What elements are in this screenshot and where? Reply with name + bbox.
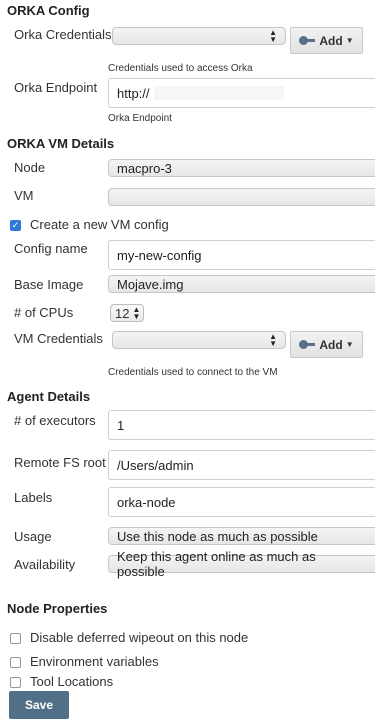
vm-credentials-add-button[interactable]: Add ▼ — [290, 331, 363, 358]
labels-label: Labels — [14, 490, 53, 505]
node-value: macpro-3 — [117, 160, 172, 176]
usage-select[interactable]: Use this node as much as possible — [108, 527, 375, 545]
labels-input[interactable]: orka-node — [108, 487, 375, 517]
create-new-vm-config-label: Create a new VM config — [30, 217, 169, 232]
availability-label: Availability — [14, 557, 76, 572]
config-name-value: my-new-config — [117, 247, 202, 263]
orka-credentials-select[interactable]: ▲ ▼ — [112, 27, 286, 45]
endpoint-text-area — [153, 86, 284, 100]
select-arrows-icon: ▲ ▼ — [132, 305, 141, 321]
vm-label: VM — [14, 188, 34, 203]
executors-input[interactable]: 1 — [108, 410, 375, 440]
tool-locations-checkbox[interactable] — [10, 677, 21, 688]
executors-value: 1 — [117, 417, 125, 433]
orka-endpoint-label: Orka Endpoint — [14, 80, 98, 95]
key-icon — [299, 36, 316, 45]
vm-select[interactable] — [108, 188, 375, 206]
remote-fs-label: Remote FS root — [14, 455, 106, 470]
node-label: Node — [14, 160, 46, 175]
orka-endpoint-value: http:// — [117, 85, 150, 101]
orka-credentials-add-button[interactable]: Add ▼ — [290, 27, 363, 54]
create-new-vm-config-checkbox[interactable]: ✓ — [10, 220, 21, 231]
vm-credentials-label: VM Credentials — [14, 331, 103, 346]
executors-label: # of executors — [14, 413, 96, 428]
remote-fs-input[interactable]: /Users/admin — [108, 450, 375, 480]
select-arrows-icon: ▲ ▼ — [269, 332, 277, 348]
orka-endpoint-input[interactable]: http:// — [108, 78, 375, 108]
orka-config-title: ORKA Config — [7, 3, 90, 18]
availability-value: Keep this agent online as much as possib… — [117, 549, 316, 579]
agent-details-title: Agent Details — [7, 389, 91, 404]
config-name-input[interactable]: my-new-config — [108, 240, 375, 270]
usage-label: Usage — [14, 529, 52, 544]
add-button-label: Add — [319, 337, 343, 352]
remote-fs-value: /Users/admin — [117, 457, 194, 473]
disable-wipeout-label: Disable deferred wipeout on this node — [30, 630, 249, 645]
vm-credentials-hint: Credentials used to connect to the VM — [108, 367, 278, 378]
labels-value: orka-node — [117, 494, 176, 510]
base-image-select[interactable]: Mojave.img — [108, 275, 375, 293]
cpus-select[interactable]: 12 ▲ ▼ — [110, 304, 144, 322]
orka-credentials-hint: Credentials used to access Orka — [108, 63, 253, 74]
orka-credentials-label: Orka Credentials — [14, 27, 112, 42]
vm-credentials-select[interactable]: ▲ ▼ — [112, 331, 286, 349]
vm-details-title: ORKA VM Details — [7, 136, 115, 151]
usage-value: Use this node as much as possible — [117, 528, 318, 544]
base-image-value: Mojave.img — [117, 276, 184, 292]
orka-endpoint-hint: Orka Endpoint — [108, 113, 172, 124]
environment-variables-label: Environment variables — [30, 654, 159, 669]
availability-select[interactable]: Keep this agent online as much as possib… — [108, 549, 375, 579]
config-name-label: Config name — [14, 241, 88, 256]
cpus-label: # of CPUs — [14, 305, 74, 320]
select-arrows-icon: ▲ ▼ — [269, 28, 277, 44]
save-button[interactable]: Save — [9, 691, 69, 719]
cpus-value: 12 — [115, 305, 130, 321]
node-properties-title: Node Properties — [7, 601, 108, 616]
caret-down-icon: ▼ — [345, 340, 354, 349]
disable-wipeout-checkbox[interactable] — [10, 633, 21, 644]
tool-locations-label: Tool Locations — [30, 674, 114, 689]
base-image-label: Base Image — [14, 277, 84, 292]
add-button-label: Add — [319, 33, 343, 48]
caret-down-icon: ▼ — [345, 36, 354, 45]
environment-variables-checkbox[interactable] — [10, 657, 21, 668]
key-icon — [299, 340, 316, 349]
node-select[interactable]: macpro-3 — [108, 159, 375, 177]
